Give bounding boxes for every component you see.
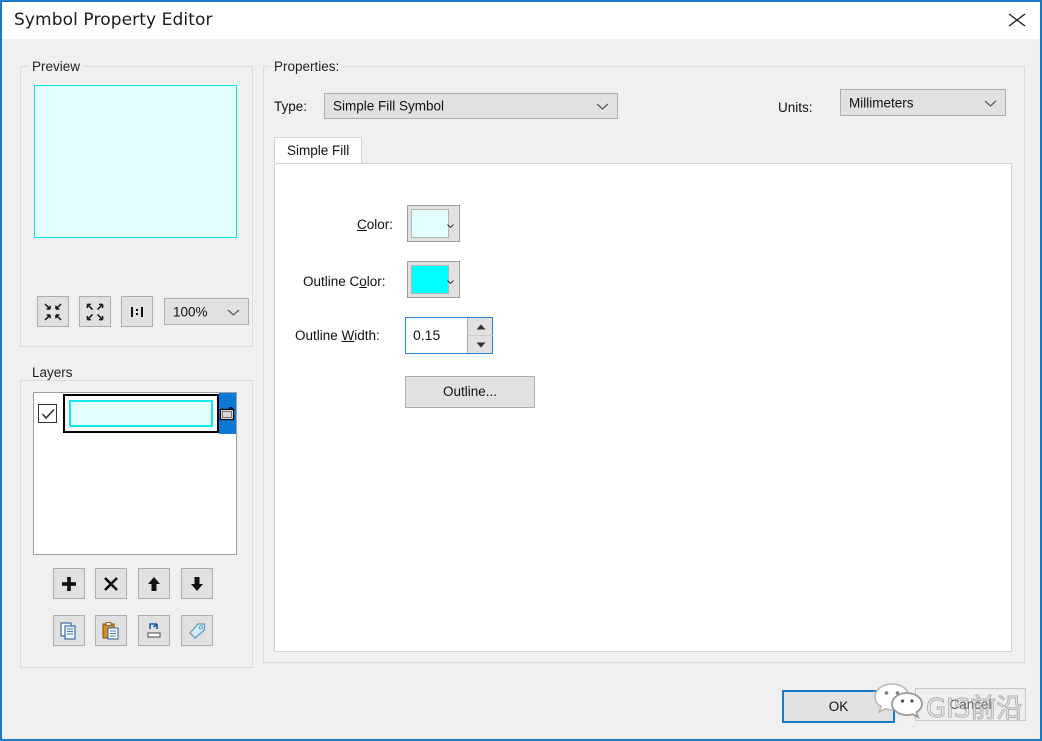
tab-panel-simple-fill: Color: Outline Color: Outline Width: 0.1… bbox=[274, 163, 1012, 652]
move-layer-down-button[interactable] bbox=[181, 568, 213, 599]
fill-color-picker[interactable] bbox=[407, 205, 460, 242]
tag-layer-button[interactable] bbox=[181, 615, 213, 646]
chevron-down-icon bbox=[596, 99, 609, 114]
layers-list[interactable] bbox=[33, 392, 237, 555]
outline-color-swatch bbox=[411, 265, 449, 294]
ok-button[interactable]: OK bbox=[782, 690, 895, 723]
chevron-down-icon bbox=[447, 272, 454, 287]
outline-color-label: Outline Color: bbox=[303, 274, 386, 289]
layer-visibility-checkbox[interactable] bbox=[38, 404, 57, 423]
properties-group-label: Properties: bbox=[270, 59, 344, 74]
color-label: Color: bbox=[357, 217, 394, 232]
preview-zoom-select[interactable]: 100% bbox=[164, 298, 249, 325]
type-value: Simple Fill Symbol bbox=[333, 98, 445, 114]
outline-color-picker[interactable] bbox=[407, 261, 460, 298]
actual-size-button[interactable] bbox=[121, 296, 153, 327]
preview-canvas bbox=[34, 85, 237, 238]
title-bar: Symbol Property Editor bbox=[2, 2, 1040, 39]
preview-group-label: Preview bbox=[28, 59, 85, 74]
tab-simple-fill[interactable]: Simple Fill bbox=[274, 137, 363, 164]
cancel-button[interactable]: Cancel bbox=[915, 688, 1026, 721]
layer-symbol-preview bbox=[63, 394, 219, 433]
zoom-in-button[interactable] bbox=[79, 296, 111, 327]
tabstrip: Simple Fill bbox=[274, 137, 1012, 164]
units-value: Millimeters bbox=[849, 95, 914, 110]
units-label: Units: bbox=[778, 100, 813, 115]
chevron-down-icon bbox=[227, 304, 240, 319]
paste-layer-button[interactable] bbox=[95, 615, 127, 646]
outline-width-input[interactable]: 0.15 bbox=[405, 317, 493, 354]
symbol-property-editor-dialog: Symbol Property Editor Preview 100% Laye… bbox=[0, 0, 1042, 741]
close-button[interactable] bbox=[994, 2, 1040, 37]
list-item[interactable] bbox=[34, 393, 236, 434]
copy-layer-button[interactable] bbox=[53, 615, 85, 646]
stepper-up-button[interactable] bbox=[468, 318, 493, 336]
outline-button[interactable]: Outline... bbox=[405, 376, 535, 408]
move-layer-up-button[interactable] bbox=[138, 568, 170, 599]
outline-width-stepper bbox=[467, 318, 493, 353]
chevron-down-icon bbox=[984, 95, 997, 110]
outline-width-value: 0.15 bbox=[413, 327, 441, 343]
layer-lock-button[interactable] bbox=[219, 393, 236, 434]
type-select[interactable]: Simple Fill Symbol bbox=[324, 93, 618, 119]
delete-layer-button[interactable] bbox=[95, 568, 127, 599]
chevron-down-icon bbox=[447, 216, 454, 231]
preview-zoom-value: 100% bbox=[173, 304, 208, 319]
swap-layer-button[interactable] bbox=[138, 615, 170, 646]
units-select[interactable]: Millimeters bbox=[840, 89, 1006, 116]
page-title: Symbol Property Editor bbox=[14, 10, 213, 30]
zoom-out-button[interactable] bbox=[37, 296, 69, 327]
type-label: Type: bbox=[274, 99, 308, 114]
fill-color-swatch bbox=[411, 209, 449, 238]
add-layer-button[interactable] bbox=[53, 568, 85, 599]
stepper-down-button[interactable] bbox=[468, 336, 493, 353]
outline-width-label: Outline Width: bbox=[295, 328, 380, 343]
layers-group-label: Layers bbox=[28, 365, 77, 380]
layer-symbol-swatch bbox=[69, 400, 213, 427]
